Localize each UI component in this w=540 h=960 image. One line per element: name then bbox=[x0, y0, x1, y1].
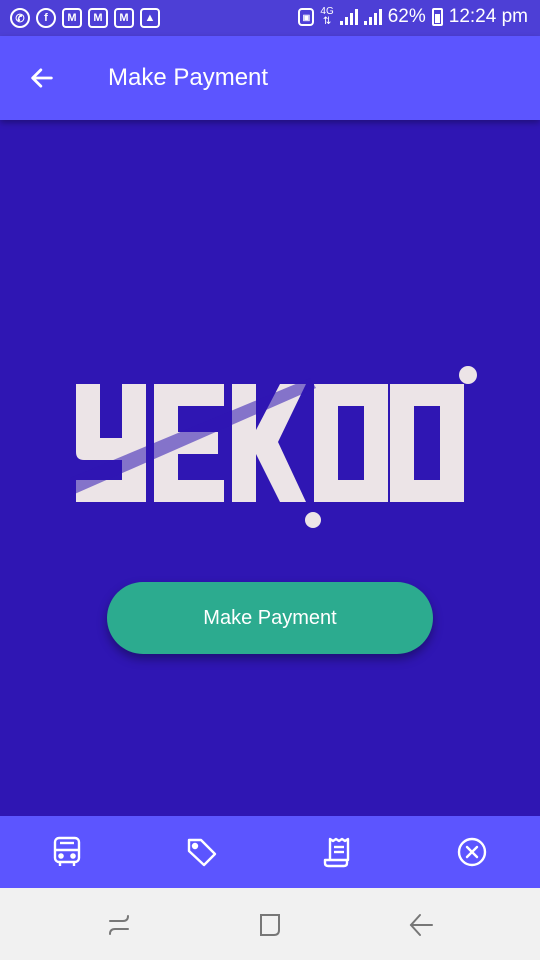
close-circle-icon bbox=[457, 837, 487, 867]
signal-icon bbox=[339, 9, 358, 25]
back-button[interactable] bbox=[22, 58, 62, 98]
page-title: Make Payment bbox=[108, 64, 269, 91]
facebook-icon: f bbox=[36, 8, 56, 28]
network-type: 4G ⇅ bbox=[320, 6, 334, 27]
arrow-left-icon bbox=[409, 914, 433, 936]
battery-icon bbox=[431, 8, 443, 26]
app-bar: Make Payment bbox=[0, 36, 540, 120]
whatsapp-icon: ✆ bbox=[10, 8, 30, 28]
tag-icon bbox=[187, 838, 217, 867]
recent-apps-button[interactable] bbox=[104, 910, 134, 940]
battery-percent: 62% bbox=[387, 6, 426, 27]
notification-icons: ✆ f M M M ▲ bbox=[10, 8, 160, 28]
nav-receipt[interactable] bbox=[319, 834, 355, 870]
gmail-icon: M bbox=[88, 8, 108, 28]
back-system-button[interactable] bbox=[406, 910, 436, 940]
gallery-icon: ▲ bbox=[140, 8, 160, 28]
status-bar: ✆ f M M M ▲ ▣ 4G ⇅ 62% 12:24 pm bbox=[0, 0, 540, 36]
nav-tag[interactable] bbox=[184, 834, 220, 870]
sim-icon: ▣ bbox=[298, 8, 315, 26]
make-payment-button[interactable]: Make Payment bbox=[107, 582, 433, 654]
system-navigation-bar bbox=[0, 888, 540, 960]
recent-apps-icon bbox=[109, 915, 129, 935]
receipt-icon bbox=[323, 837, 350, 868]
bottom-navigation bbox=[0, 816, 540, 888]
signal-icon bbox=[363, 9, 382, 25]
nav-bus[interactable] bbox=[49, 834, 85, 870]
yekoo-logo bbox=[70, 360, 480, 530]
gmail-icon: M bbox=[114, 8, 134, 28]
clock: 12:24 pm bbox=[448, 6, 528, 27]
status-indicators: ▣ 4G ⇅ 62% 12:24 pm bbox=[298, 6, 528, 28]
nav-close[interactable] bbox=[454, 834, 490, 870]
arrow-left-icon bbox=[31, 68, 53, 88]
gmail-icon: M bbox=[62, 8, 82, 28]
bus-icon bbox=[53, 836, 81, 866]
home-button[interactable] bbox=[255, 910, 285, 940]
home-icon bbox=[260, 914, 280, 936]
